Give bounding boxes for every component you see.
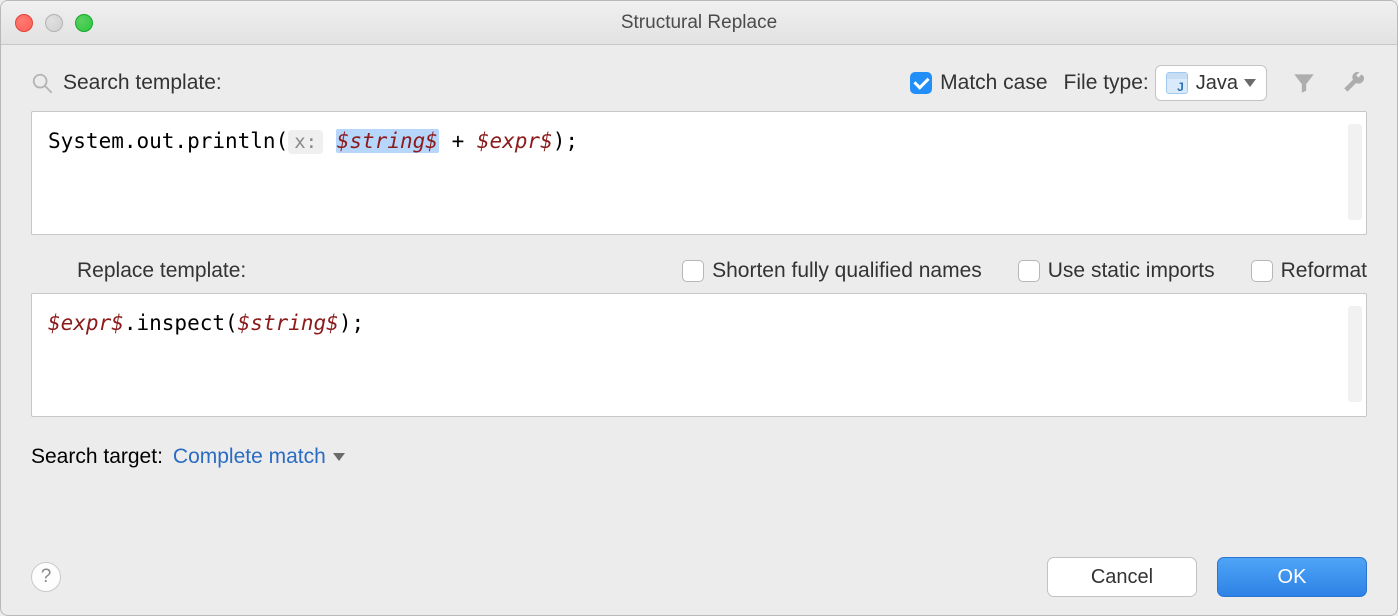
static-imports-checkbox[interactable]: Use static imports <box>1018 259 1215 283</box>
scrollbar-thumb[interactable] <box>1348 124 1362 220</box>
search-template-label: Search template: <box>63 71 222 95</box>
traffic-lights <box>15 14 93 32</box>
search-target-value: Complete match <box>173 445 326 469</box>
search-target-dropdown[interactable]: Complete match <box>173 445 345 469</box>
replace-toolbar: Replace template: Shorten fully qualifie… <box>77 259 1367 283</box>
template-variable: $string$ <box>336 129 439 153</box>
maximize-icon[interactable] <box>75 14 93 32</box>
chevron-down-icon <box>1244 79 1256 87</box>
dialog-footer: ? Cancel OK <box>31 557 1367 597</box>
checkbox-icon <box>1251 260 1273 282</box>
search-template-editor[interactable]: System.out.println(x: $string$ + $expr$)… <box>31 111 1367 235</box>
titlebar: Structural Replace <box>1 1 1397 45</box>
file-type-value: Java <box>1196 72 1238 95</box>
shorten-names-checkbox[interactable]: Shorten fully qualified names <box>682 259 982 283</box>
code-text: .inspect( <box>124 311 238 335</box>
template-variable: $expr$ <box>477 129 553 153</box>
filter-icon[interactable] <box>1291 70 1317 96</box>
help-button[interactable]: ? <box>31 562 61 592</box>
java-file-icon <box>1166 72 1188 94</box>
cancel-button[interactable]: Cancel <box>1047 557 1197 597</box>
close-icon[interactable] <box>15 14 33 32</box>
code-text: + <box>439 129 477 153</box>
checkbox-icon <box>682 260 704 282</box>
param-hint: x: <box>288 130 323 154</box>
search-icon <box>31 72 53 94</box>
code-text: System.out.println( <box>48 129 288 153</box>
file-type-label: File type: <box>1064 71 1149 95</box>
search-target-row: Search target: Complete match <box>31 445 1367 469</box>
reformat-checkbox[interactable]: Reformat <box>1251 259 1367 283</box>
minimize-icon[interactable] <box>45 14 63 32</box>
match-case-label: Match case <box>940 71 1047 95</box>
template-variable: $expr$ <box>48 311 124 335</box>
dialog-window: Structural Replace Search template: Matc… <box>0 0 1398 616</box>
search-toolbar: Search template: Match case File type: J… <box>31 65 1367 101</box>
search-target-label: Search target: <box>31 445 163 469</box>
static-imports-label: Use static imports <box>1048 259 1215 283</box>
shorten-names-label: Shorten fully qualified names <box>712 259 982 283</box>
ok-button[interactable]: OK <box>1217 557 1367 597</box>
replace-template-editor[interactable]: $expr$.inspect($string$); <box>31 293 1367 417</box>
match-case-checkbox[interactable]: Match case <box>910 71 1047 95</box>
code-text: ); <box>553 129 578 153</box>
replace-template-label: Replace template: <box>77 259 246 283</box>
dialog-body: Search template: Match case File type: J… <box>1 45 1397 615</box>
reformat-label: Reformat <box>1281 259 1367 283</box>
window-title: Structural Replace <box>621 12 777 34</box>
checkbox-icon <box>910 72 932 94</box>
template-variable: $string$ <box>238 311 339 335</box>
chevron-down-icon <box>333 453 345 461</box>
file-type-combo[interactable]: Java <box>1155 65 1267 101</box>
code-text: ); <box>339 311 364 335</box>
scrollbar-thumb[interactable] <box>1348 306 1362 402</box>
wrench-icon[interactable] <box>1341 70 1367 96</box>
checkbox-icon <box>1018 260 1040 282</box>
